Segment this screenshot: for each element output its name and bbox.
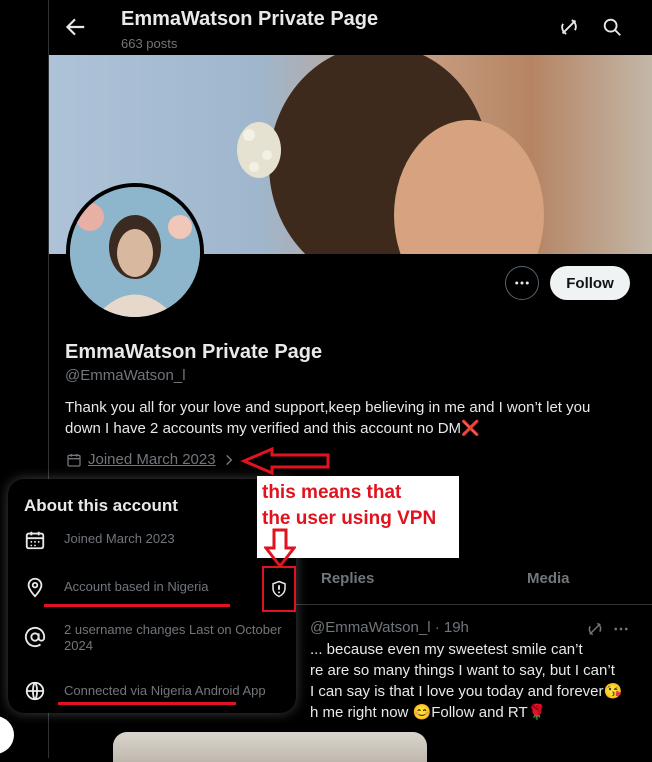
- popup-title: About this account: [24, 496, 178, 515]
- joined-date[interactable]: Joined March 2023: [66, 451, 236, 468]
- grok-icon[interactable]: [558, 16, 580, 38]
- globe-icon: [25, 681, 45, 701]
- underline-annotation: [44, 604, 230, 607]
- more-dots-icon[interactable]: [612, 620, 630, 638]
- about-username-changes: 2 username changes Last on October 2024: [64, 622, 282, 653]
- search-icon[interactable]: [601, 16, 623, 38]
- about-connected-via: Connected via Nigeria Android App: [64, 683, 266, 698]
- tab-replies[interactable]: Replies: [321, 570, 374, 587]
- follow-button[interactable]: Follow: [550, 266, 630, 300]
- at-sign-icon: [24, 626, 46, 648]
- tweet-line: I can say is that I love you today and f…: [310, 683, 623, 700]
- profile-name: EmmaWatson Private Page: [65, 341, 323, 363]
- posts-count: 663 posts: [121, 36, 178, 51]
- profile-bio: Thank you all for your love and support,…: [65, 399, 591, 437]
- calendar-icon: [67, 453, 81, 467]
- note-line: this means that: [262, 482, 402, 503]
- shield-info-box: [262, 566, 296, 612]
- tweet-line: ... because even my sweetest smile can’t: [310, 641, 583, 658]
- tab-media[interactable]: Media: [527, 570, 570, 587]
- back-arrow-icon[interactable]: [62, 14, 88, 40]
- joined-label[interactable]: Joined March 2023: [88, 451, 216, 468]
- tweet-line: re are so many things I want to say, but…: [310, 662, 615, 679]
- arrow-left-annotation: [240, 446, 330, 476]
- about-location: Account based in Nigeria: [64, 579, 209, 594]
- profile-handle: @EmmaWatson_l: [65, 367, 186, 384]
- tweet-line: h me right now 😊Follow and RT🌹: [310, 704, 547, 721]
- underline-annotation: [58, 702, 236, 705]
- tweet-header[interactable]: @EmmaWatson_l · 19h: [310, 619, 469, 636]
- more-dots-icon: [515, 281, 529, 285]
- avatar[interactable]: [66, 183, 204, 321]
- tweet-text: ... because even my sweetest smile can’t…: [310, 639, 640, 723]
- about-account-popup: About this account Joined March 2023 Acc…: [8, 479, 296, 713]
- more-options-button[interactable]: [505, 266, 539, 300]
- header-title: EmmaWatson Private Page: [121, 8, 379, 30]
- shield-warning-icon[interactable]: [270, 579, 288, 599]
- compose-button[interactable]: [0, 716, 14, 754]
- arrow-down-annotation: [264, 528, 296, 568]
- calendar-icon: [25, 531, 45, 550]
- grok-icon[interactable]: [586, 620, 604, 638]
- location-pin-icon: [27, 577, 43, 598]
- chevron-right-icon: [225, 454, 232, 465]
